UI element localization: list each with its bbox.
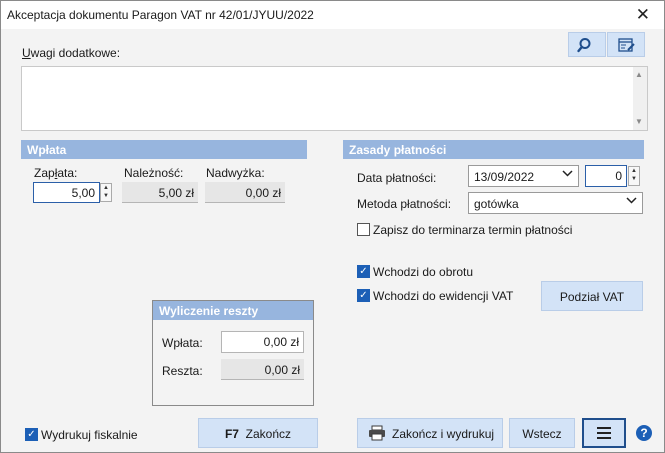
- save-term-label: Zapisz do terminarza termin płatności: [373, 223, 573, 237]
- search-icon: [577, 38, 591, 53]
- search-button[interactable]: [568, 32, 606, 57]
- scroll-down-icon[interactable]: ▼: [635, 117, 643, 126]
- zaplata-label: Zapłata:: [34, 166, 78, 180]
- payment-days-input[interactable]: 0: [585, 165, 627, 187]
- back-button[interactable]: Wstecz: [509, 418, 575, 448]
- acceptance-dialog: Akceptacja dokumentu Paragon VAT nr 42/0…: [0, 0, 665, 453]
- chevron-down-icon[interactable]: [626, 196, 637, 207]
- change-wplata-input[interactable]: 0,00 zł: [221, 331, 304, 353]
- payment-days-stepper[interactable]: ▲ ▼: [628, 166, 640, 186]
- help-icon[interactable]: ?: [636, 425, 652, 441]
- payment-rules-header: Zasady płatności: [343, 140, 644, 159]
- wplata-section-header: Wpłata: [21, 140, 307, 159]
- finish-button[interactable]: F7 Zakończ: [198, 418, 318, 448]
- zaplata-input[interactable]: 5,00: [33, 182, 100, 203]
- printer-icon: [369, 425, 385, 441]
- change-calc-box: Wyliczenie reszty Wpłata: 0,00 zł Reszta…: [152, 300, 314, 406]
- obrotu-label: Wchodzi do obrotu: [373, 265, 474, 279]
- payment-method-select[interactable]: gotówka: [468, 192, 643, 214]
- nadwyzka-label: Nadwyżka:: [206, 166, 265, 180]
- payment-date-picker[interactable]: 13/09/2022: [468, 165, 579, 187]
- nadwyzka-value: 0,00 zł: [205, 182, 285, 203]
- notes-textarea[interactable]: ▲ ▼: [21, 66, 648, 131]
- vat-split-button[interactable]: Podział VAT: [541, 281, 643, 311]
- scroll-up-icon[interactable]: ▲: [635, 70, 643, 79]
- payment-method-label: Metoda płatności:: [357, 197, 452, 211]
- payment-date-label: Data płatności:: [357, 171, 437, 185]
- window-title: Akceptacja dokumentu Paragon VAT nr 42/0…: [7, 8, 314, 22]
- edit-icon: [618, 38, 635, 52]
- more-menu-button[interactable]: [582, 418, 626, 448]
- chevron-down-icon[interactable]: [562, 169, 573, 180]
- notes-label: Uwagi dodatkowe:: [22, 46, 121, 60]
- reszta-value: 0,00 zł: [221, 359, 304, 380]
- payment-method-value: gotówka: [474, 197, 519, 211]
- notes-scrollbar[interactable]: ▲ ▼: [633, 67, 647, 130]
- zaplata-stepper[interactable]: ▲ ▼: [100, 183, 112, 202]
- fiscal-print-label: Wydrukuj fiskalnie: [41, 428, 138, 442]
- payment-date-value: 13/09/2022: [474, 170, 535, 184]
- vat-register-label: Wchodzi do ewidencji VAT: [373, 289, 514, 303]
- save-term-checkbox[interactable]: [357, 223, 370, 236]
- finish-label: Zakończ: [245, 427, 292, 441]
- obrotu-checkbox[interactable]: ✓: [357, 265, 370, 278]
- finish-shortcut: F7: [224, 427, 239, 441]
- change-wplata-label: Wpłata:: [162, 336, 203, 350]
- menu-icon: [597, 427, 611, 439]
- fiscal-print-checkbox[interactable]: ✓: [25, 428, 38, 441]
- naleznosc-label: Należność:: [124, 166, 184, 180]
- close-icon[interactable]: ✕: [636, 5, 650, 25]
- edit-notes-button[interactable]: [607, 32, 645, 57]
- reszta-label: Reszta:: [162, 364, 203, 378]
- naleznosc-value: 5,00 zł: [122, 182, 198, 203]
- finish-and-print-button[interactable]: Zakończ i wydrukuj: [357, 418, 503, 448]
- title-bar: Akceptacja dokumentu Paragon VAT nr 42/0…: [1, 1, 664, 29]
- vat-register-checkbox[interactable]: ✓: [357, 289, 370, 302]
- change-calc-header: Wyliczenie reszty: [153, 301, 313, 320]
- finish-and-print-label: Zakończ i wydrukuj: [392, 427, 495, 441]
